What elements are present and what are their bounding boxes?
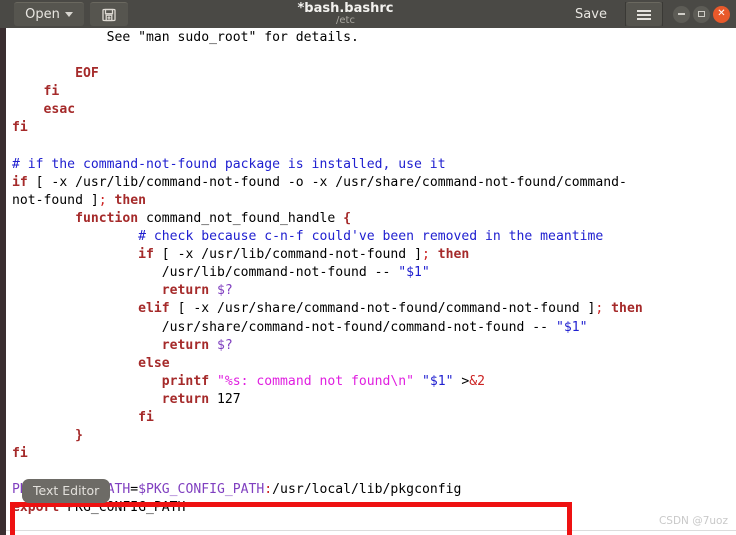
chevron-down-icon [64,12,73,17]
code-line: if [ -x /usr/lib/command-not-found ]; th… [138,247,470,263]
code-line: /usr/share/command-not-found/command-not… [12,319,588,335]
open-button[interactable]: Open [14,2,84,26]
file-path-subtitle: /etc [336,15,355,26]
watermark: CSDN @7uoz [658,515,728,527]
code-line: return $? [161,337,233,353]
code-line: See "man sudo_root" for details. [12,30,359,45]
window-controls: ✕ [663,0,736,28]
save-button[interactable]: Save [563,2,619,26]
minimize-button[interactable] [673,5,690,23]
code-line: fi [138,409,154,425]
code-line: EOF [75,66,99,82]
editor-shell: See "man sudo_root" for details. EOF fi … [0,28,736,535]
code-line: } [75,428,83,444]
maximize-icon [698,11,705,17]
close-icon: ✕ [717,8,726,19]
minimize-icon [678,13,685,15]
maximize-button[interactable] [693,5,710,23]
code-line: if [ -x /usr/lib/command-not-found -o -x… [12,174,627,190]
page-title: *bash.bashrc [297,1,394,16]
titlebar: Open *bash.bashrc /etc Save ✕ [0,0,736,28]
code-line: else [138,355,170,371]
code-line: fi [12,120,28,136]
code-content[interactable]: See "man sudo_root" for details. EOF fi … [6,28,736,518]
text-editor-tooltip: Text Editor [22,479,111,503]
code-editor[interactable]: See "man sudo_root" for details. EOF fi … [6,28,736,535]
open-button-label: Open [25,7,60,22]
code-line: # if the command-not-found package is in… [12,156,446,172]
close-button[interactable]: ✕ [713,5,730,23]
code-line: not-found ]; then [12,192,147,208]
code-line: return 127 [161,391,241,407]
menu-button[interactable] [626,2,662,26]
save-as-button[interactable] [90,2,128,26]
code-line: /usr/lib/command-not-found -- "$1" [12,265,430,281]
code-line: function command_not_found_handle { [75,210,352,226]
text-editor-window: Open *bash.bashrc /etc Save ✕ See "man s… [0,0,736,535]
hamburger-menu-icon [637,9,651,20]
code-line: # check because c-n-f could've been remo… [138,229,604,245]
code-line: esac [43,102,76,118]
code-line: return $? [161,283,233,299]
save-button-label: Save [575,6,607,22]
code-line: fi [43,84,60,100]
editor-status-strip [6,530,736,535]
code-line: fi [12,446,28,462]
code-line: elif [ -x /usr/share/command-not-found/c… [138,301,643,317]
code-line: printf "%s: command not found\n" "$1" >&… [161,373,486,389]
save-as-icon [102,8,116,21]
window-title-area: *bash.bashrc /etc [128,0,563,28]
